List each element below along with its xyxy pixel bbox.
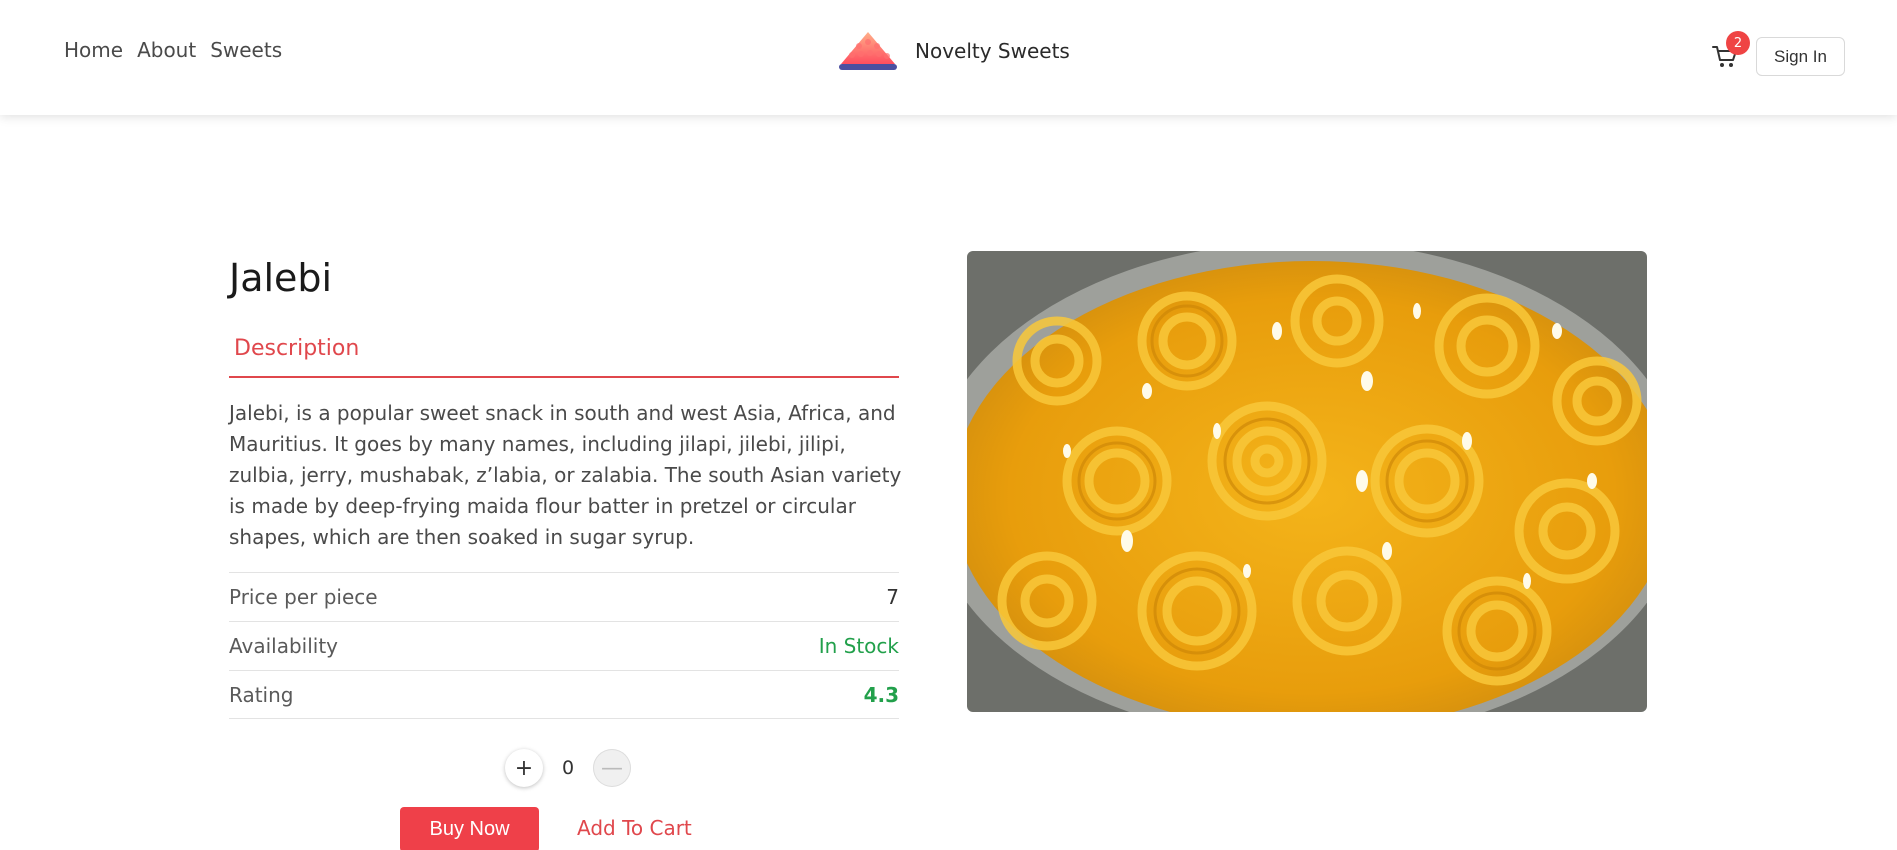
- nav-home[interactable]: Home: [64, 38, 123, 62]
- product-description: Jalebi, is a popular sweet snack in sout…: [229, 401, 902, 549]
- increase-quantity-button[interactable]: +: [505, 749, 543, 787]
- main-nav: Home About Sweets: [64, 38, 282, 62]
- product-title: Jalebi: [229, 256, 333, 300]
- spec-row-rating: Rating 4.3: [229, 670, 899, 719]
- sign-in-button[interactable]: Sign In: [1756, 37, 1845, 76]
- decrease-quantity-button[interactable]: —: [593, 749, 631, 787]
- spec-label: Availability: [229, 634, 339, 658]
- brand-name: Novelty Sweets: [915, 38, 1070, 63]
- quantity-value: 0: [561, 757, 575, 779]
- quantity-stepper: + 0 —: [505, 749, 631, 787]
- spec-label: Price per piece: [229, 585, 378, 609]
- spec-label: Rating: [229, 682, 294, 707]
- tab-description-label: Description: [234, 336, 360, 361]
- spec-row-availability: Availability In Stock: [229, 621, 899, 670]
- nav-about[interactable]: About: [137, 38, 196, 62]
- price-value: 7: [886, 585, 899, 609]
- nav-sweets[interactable]: Sweets: [210, 38, 282, 62]
- add-to-cart-button[interactable]: Add To Cart: [577, 816, 692, 840]
- cart-count-badge: 2: [1726, 31, 1750, 55]
- rating-value: 4.3: [863, 682, 899, 707]
- site-header: Home About Sweets Novelty Sweets 2 Sign …: [0, 0, 1897, 115]
- buy-now-button[interactable]: Buy Now: [400, 807, 539, 850]
- product-specs: Price per piece 7 Availability In Stock …: [229, 572, 899, 719]
- brand[interactable]: Novelty Sweets: [837, 28, 1070, 73]
- availability-value: In Stock: [818, 634, 899, 658]
- tab-description[interactable]: Description: [229, 330, 899, 378]
- spec-row-price: Price per piece 7: [229, 572, 899, 621]
- brand-logo-icon: [839, 32, 897, 70]
- product-image: [967, 251, 1647, 712]
